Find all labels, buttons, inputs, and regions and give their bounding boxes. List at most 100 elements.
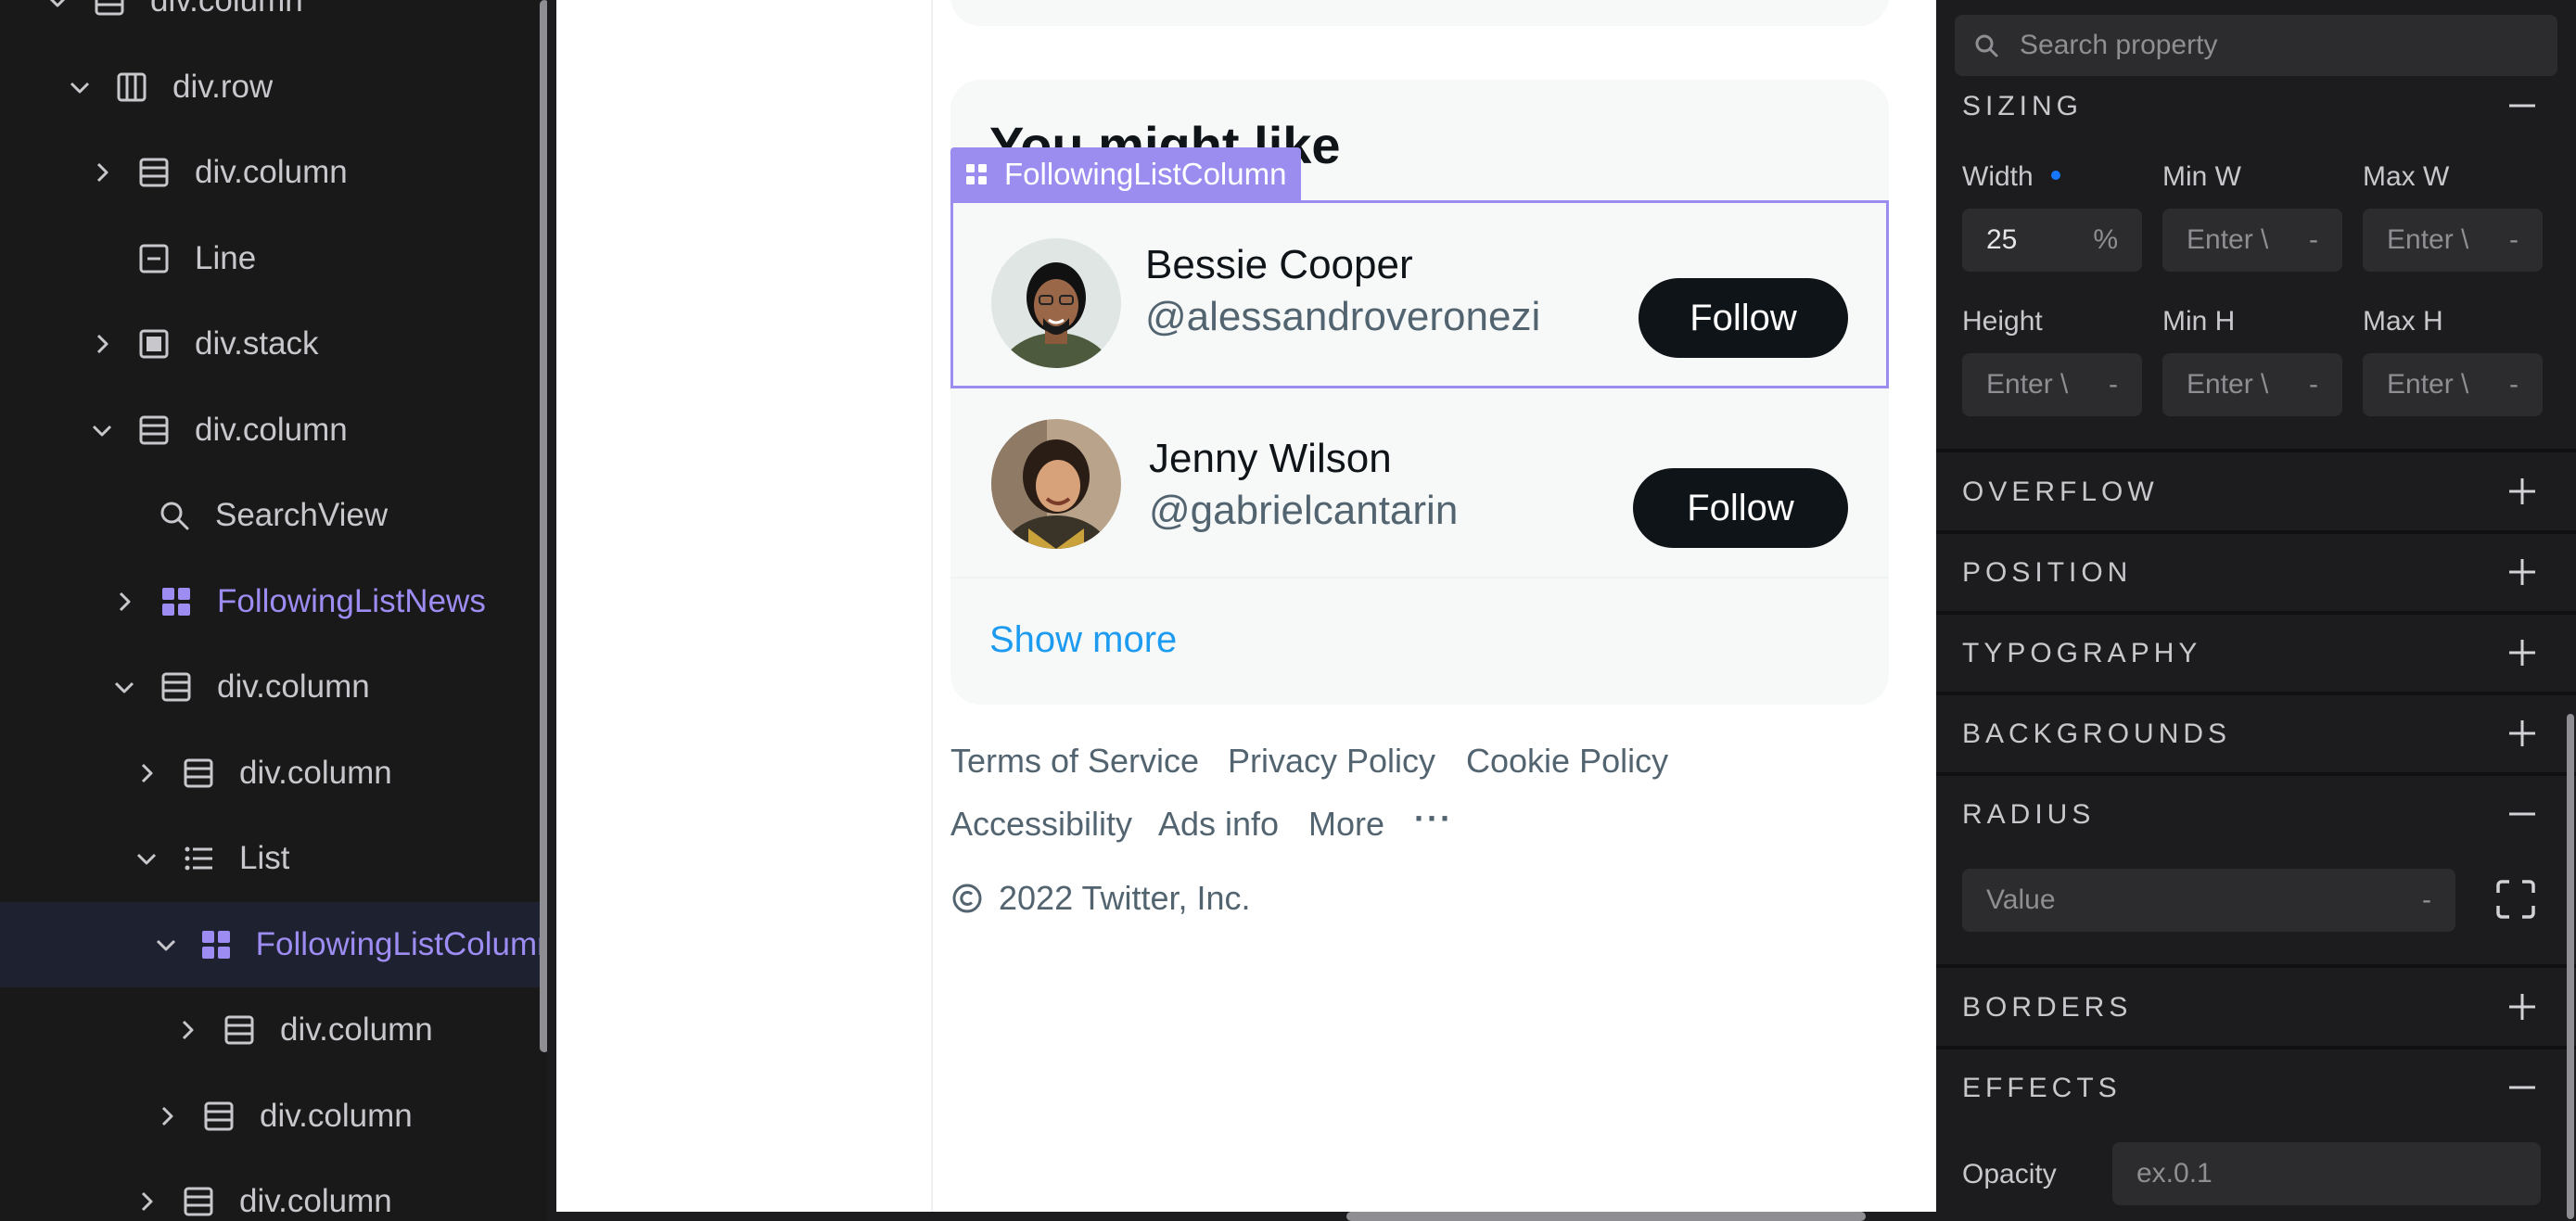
- section-title-sizing[interactable]: SIZING: [1962, 91, 2083, 122]
- chevron-down-icon[interactable]: [39, 0, 76, 19]
- canvas-horizontal-scrollbar[interactable]: [1346, 1212, 1866, 1221]
- chevron-right-icon[interactable]: [83, 154, 121, 191]
- chevron-right-icon[interactable]: [169, 1011, 206, 1049]
- max-w-unit[interactable]: -: [2509, 224, 2519, 256]
- chevron-down-icon[interactable]: [128, 840, 165, 877]
- tree-item-label: div.column: [280, 1011, 433, 1048]
- min-w-field[interactable]: Enter \ -: [2162, 209, 2342, 272]
- chevron-down-icon[interactable]: [148, 926, 184, 963]
- add-overflow-button[interactable]: [2502, 471, 2543, 512]
- selection-outline[interactable]: [950, 200, 1889, 388]
- footer-link-ads-info[interactable]: Ads info: [1158, 805, 1279, 844]
- min-w-label: Min W: [2162, 161, 2241, 192]
- tree-item[interactable]: div.column: [0, 731, 540, 816]
- section-title-overflow[interactable]: OVERFLOW: [1962, 477, 2159, 508]
- tree-item[interactable]: div.column: [0, 1159, 540, 1221]
- tree-item-label: SearchView: [215, 497, 389, 533]
- properties-scrollbar[interactable]: [2567, 714, 2574, 1219]
- tree-item-label: div.column: [195, 411, 348, 448]
- section-title-radius[interactable]: RADIUS: [1962, 799, 2095, 831]
- footer-link-accessibility[interactable]: Accessibility: [950, 805, 1132, 844]
- avatar[interactable]: [991, 419, 1121, 549]
- min-h-field[interactable]: Enter \ -: [2162, 353, 2342, 416]
- row-icon: [111, 67, 152, 108]
- tree-item[interactable]: FollowingListNews: [0, 559, 540, 644]
- tree-item-label: div.stack: [195, 325, 319, 362]
- section-divider: [1936, 772, 2576, 776]
- tree-item[interactable]: div.stack: [0, 301, 540, 387]
- width-value[interactable]: 25: [1986, 224, 2017, 256]
- width-field[interactable]: 25 %: [1962, 209, 2142, 272]
- add-position-button[interactable]: [2502, 552, 2543, 592]
- tree-item[interactable]: div.column: [0, 130, 540, 215]
- user-handle[interactable]: @gabrielcantarin: [1149, 488, 1458, 534]
- section-title-effects[interactable]: EFFECTS: [1962, 1073, 2122, 1104]
- min-h-unit[interactable]: -: [2309, 369, 2318, 401]
- plus-icon: [2509, 478, 2535, 504]
- max-w-field[interactable]: Enter \ -: [2363, 209, 2543, 272]
- height-unit[interactable]: -: [2109, 369, 2118, 401]
- add-typography-button[interactable]: [2502, 632, 2543, 673]
- chevron-right-icon[interactable]: [106, 583, 143, 620]
- chevron-down-icon[interactable]: [61, 69, 98, 106]
- chevron-down-icon[interactable]: [106, 668, 143, 706]
- section-title-backgrounds[interactable]: BACKGROUNDS: [1962, 719, 2231, 750]
- stack-icon: [134, 324, 174, 364]
- chevron-right-icon[interactable]: [83, 325, 121, 362]
- user-name[interactable]: Jenny Wilson: [1149, 436, 1392, 482]
- chevron-right-icon[interactable]: [148, 1098, 185, 1135]
- add-backgrounds-button[interactable]: [2502, 713, 2543, 754]
- footer-link-terms[interactable]: Terms of Service: [950, 742, 1199, 781]
- column-icon: [156, 667, 197, 707]
- tree-item[interactable]: div.column: [0, 1074, 540, 1159]
- section-title-borders[interactable]: BORDERS: [1962, 992, 2132, 1024]
- column-icon: [198, 1096, 239, 1137]
- collapse-sizing-button[interactable]: [2502, 85, 2543, 126]
- height-field[interactable]: Enter \ -: [1962, 353, 2142, 416]
- max-h-unit[interactable]: -: [2509, 369, 2519, 401]
- property-search[interactable]: [1955, 15, 2557, 76]
- width-unit[interactable]: %: [2093, 224, 2118, 256]
- chevron-right-icon[interactable]: [128, 755, 165, 792]
- tree-item[interactable]: List: [0, 816, 540, 901]
- tree-item[interactable]: div.column: [0, 644, 540, 730]
- tree-item[interactable]: FollowingListColumn: [0, 901, 540, 987]
- plus-icon: [2509, 994, 2535, 1020]
- tree-item-label: FollowingListNews: [217, 582, 486, 619]
- chevron-right-icon[interactable]: [128, 1183, 165, 1220]
- collapse-effects-button[interactable]: [2502, 1067, 2543, 1108]
- tree-item[interactable]: SearchView: [0, 473, 540, 558]
- chevron-down-icon[interactable]: [83, 412, 121, 449]
- selection-tag[interactable]: FollowingListColumn: [950, 147, 1302, 201]
- tree-item[interactable]: div.column: [0, 388, 540, 473]
- tree-item[interactable]: div.column: [0, 987, 540, 1073]
- footer-link-privacy[interactable]: Privacy Policy: [1228, 742, 1435, 781]
- search-input[interactable]: [2020, 30, 2539, 61]
- section-title-position[interactable]: POSITION: [1962, 557, 2132, 589]
- section-title-typography[interactable]: TYPOGRAPHY: [1962, 638, 2201, 669]
- more-dots-icon[interactable]: ···: [1414, 799, 1453, 838]
- min-w-unit[interactable]: -: [2309, 224, 2318, 256]
- min-h-label: Min H: [2162, 306, 2236, 337]
- copyright-text: 2022 Twitter, Inc.: [999, 879, 1251, 917]
- tree-item-label: div.column: [195, 154, 348, 190]
- radius-field[interactable]: Value -: [1962, 869, 2455, 932]
- add-borders-button[interactable]: [2502, 986, 2543, 1027]
- height-placeholder: Enter \: [1986, 369, 2069, 400]
- max-h-placeholder: Enter \: [2387, 369, 2469, 400]
- footer-link-more[interactable]: More: [1308, 805, 1384, 844]
- max-h-field[interactable]: Enter \ -: [2363, 353, 2543, 416]
- tree-item[interactable]: div.column: [0, 0, 540, 44]
- footer-link-cookie[interactable]: Cookie Policy: [1466, 742, 1668, 781]
- show-more-link[interactable]: Show more: [989, 619, 1177, 661]
- individual-corners-icon[interactable]: [2493, 876, 2539, 922]
- search-icon: [154, 495, 195, 536]
- collapse-radius-button[interactable]: [2502, 794, 2543, 834]
- tree-item[interactable]: Line: [0, 216, 540, 301]
- tree-item[interactable]: div.row: [0, 45, 540, 130]
- section-divider: [1936, 611, 2576, 615]
- opacity-field[interactable]: ex.0.1: [2112, 1142, 2541, 1205]
- follow-button[interactable]: Follow: [1633, 468, 1848, 548]
- radius-unit[interactable]: -: [2422, 884, 2431, 916]
- tree-scrollbar[interactable]: [540, 0, 547, 1052]
